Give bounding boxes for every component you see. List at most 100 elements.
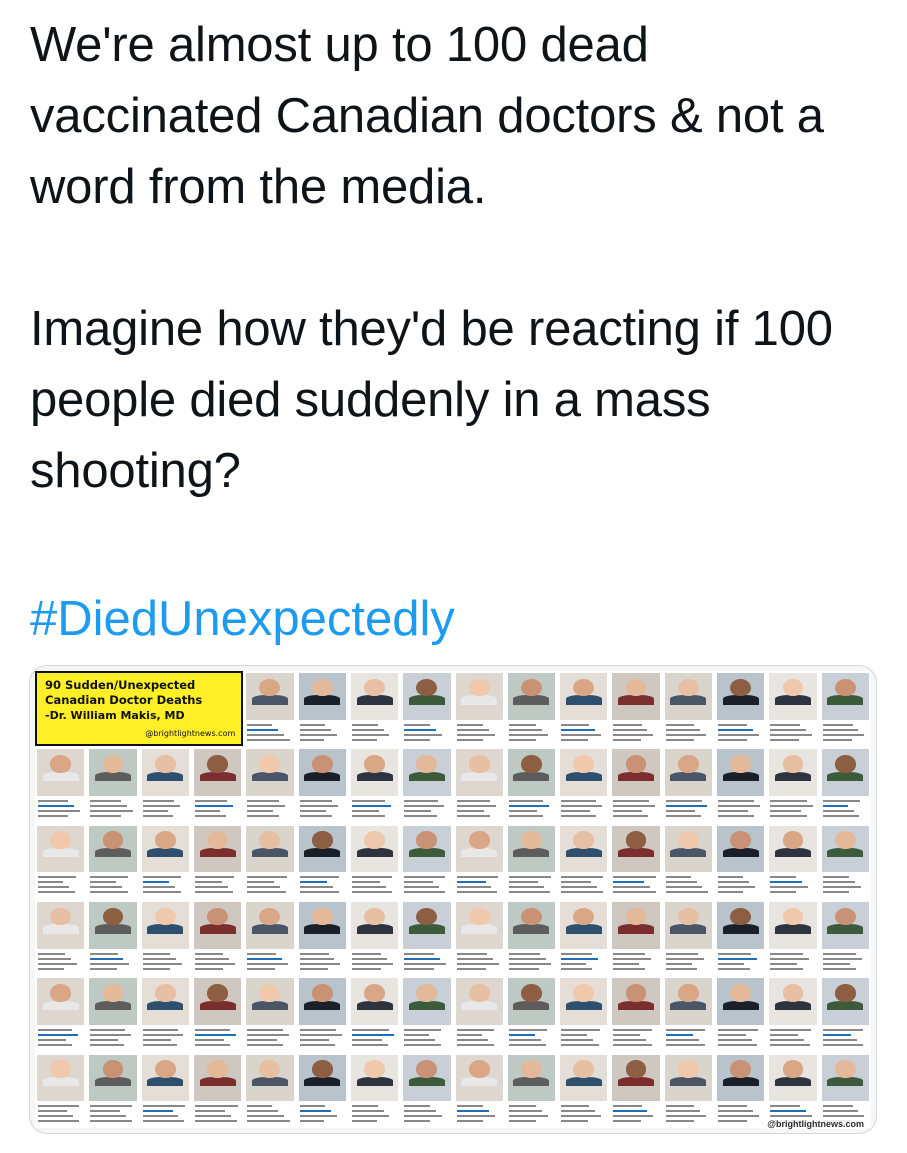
portrait-shoulders bbox=[461, 848, 498, 858]
doctor-photo-tile bbox=[348, 671, 401, 747]
doctor-photo-tile bbox=[662, 747, 715, 823]
portrait-shoulders bbox=[618, 695, 655, 705]
doctor-photo-tile bbox=[819, 747, 871, 823]
doctor-portrait-photo bbox=[664, 978, 713, 1026]
doctor-portrait-photo bbox=[717, 978, 765, 1026]
doctor-caption-lines bbox=[770, 873, 815, 894]
doctor-photo-tile bbox=[244, 1052, 296, 1128]
portrait-face bbox=[782, 1060, 804, 1078]
collage-title-line-2: Canadian Doctor Deaths bbox=[45, 693, 203, 707]
portrait-shoulders bbox=[147, 771, 184, 782]
portrait-face bbox=[625, 1060, 647, 1078]
portrait-shoulders bbox=[461, 1000, 498, 1011]
doctor-photo-tile bbox=[453, 1052, 505, 1128]
doctor-portrait-photo bbox=[664, 825, 713, 873]
portrait-shoulders bbox=[94, 924, 131, 934]
portrait-shoulders bbox=[408, 771, 445, 782]
portrait-face bbox=[468, 831, 490, 849]
doctor-portrait-photo bbox=[350, 673, 399, 720]
doctor-caption-lines bbox=[665, 1026, 711, 1047]
doctor-portrait-photo bbox=[455, 749, 503, 797]
doctor-photo-tile bbox=[87, 1052, 139, 1128]
doctor-portrait-photo bbox=[298, 749, 346, 797]
doctor-caption-lines bbox=[351, 1102, 397, 1123]
doctor-portrait-photo bbox=[141, 978, 189, 1026]
doctor-caption-lines bbox=[456, 721, 502, 741]
portrait-shoulders bbox=[722, 1000, 759, 1011]
doctor-photo-tile bbox=[610, 976, 662, 1052]
portrait-face bbox=[416, 754, 438, 773]
portrait-face bbox=[259, 754, 281, 773]
doctor-portrait-photo bbox=[560, 673, 608, 720]
doctor-caption-lines bbox=[404, 1102, 449, 1123]
doctor-photo-tile bbox=[819, 900, 871, 976]
portrait-shoulders bbox=[670, 1000, 707, 1011]
portrait-face bbox=[311, 1060, 333, 1078]
doctor-caption-lines bbox=[194, 1102, 240, 1123]
doctor-caption-lines bbox=[508, 1102, 554, 1123]
doctor-portrait-photo bbox=[507, 825, 556, 873]
doctor-portrait-photo bbox=[455, 825, 503, 873]
doctor-portrait-photo bbox=[612, 749, 660, 797]
doctor-photo-tile bbox=[558, 976, 610, 1052]
doctor-photo-tile bbox=[453, 976, 505, 1052]
portrait-face bbox=[834, 983, 856, 1002]
tweet-media-image[interactable]: 90 Sudden/Unexpected Canadian Doctor Dea… bbox=[29, 665, 877, 1134]
doctor-photo-tile bbox=[191, 823, 244, 899]
portrait-shoulders bbox=[513, 695, 550, 705]
doctor-photo-tile bbox=[401, 823, 453, 899]
doctor-portrait-photo bbox=[612, 673, 660, 720]
doctor-photo-tile bbox=[296, 900, 348, 976]
portrait-face bbox=[521, 754, 542, 773]
portrait-shoulders bbox=[513, 848, 550, 858]
portrait-face bbox=[207, 907, 228, 926]
doctor-caption-lines bbox=[613, 797, 658, 818]
portrait-face bbox=[730, 831, 752, 849]
doctor-caption-lines bbox=[90, 1102, 135, 1123]
doctor-caption-lines bbox=[822, 721, 868, 741]
doctor-portrait-photo bbox=[717, 902, 765, 949]
doctor-photo-tile bbox=[401, 976, 453, 1052]
portrait-face bbox=[207, 1060, 228, 1078]
doctor-photo-collage: 90 Sudden/Unexpected Canadian Doctor Dea… bbox=[35, 671, 871, 1128]
portrait-shoulders bbox=[461, 695, 498, 705]
portrait-shoulders bbox=[827, 771, 864, 782]
doctor-photo-tile bbox=[348, 976, 401, 1052]
portrait-face bbox=[468, 678, 490, 697]
doctor-caption-lines bbox=[561, 950, 606, 970]
doctor-caption-lines bbox=[770, 721, 815, 741]
doctor-caption-lines bbox=[665, 721, 711, 741]
hashtag-link[interactable]: #DiedUnexpectedly bbox=[30, 584, 455, 655]
tweet-text: We're almost up to 100 dead vaccinated C… bbox=[30, 10, 890, 507]
portrait-face bbox=[154, 754, 176, 773]
doctor-caption-lines bbox=[247, 950, 292, 970]
doctor-portrait-photo bbox=[37, 749, 85, 797]
doctor-photo-tile bbox=[244, 900, 296, 976]
doctor-portrait-photo bbox=[821, 825, 869, 873]
portrait-face bbox=[834, 1060, 856, 1078]
portrait-shoulders bbox=[42, 848, 79, 858]
doctor-portrait-photo bbox=[507, 673, 556, 720]
doctor-photo-tile bbox=[348, 747, 401, 823]
doctor-caption-lines bbox=[822, 797, 868, 818]
portrait-shoulders bbox=[565, 1077, 602, 1087]
portrait-face bbox=[416, 831, 438, 849]
portrait-shoulders bbox=[304, 1077, 341, 1087]
doctor-caption-lines bbox=[508, 797, 554, 818]
portrait-face bbox=[207, 983, 228, 1002]
doctor-portrait-photo bbox=[141, 749, 189, 797]
portrait-face bbox=[782, 983, 804, 1002]
doctor-caption-lines bbox=[142, 873, 188, 894]
portrait-face bbox=[259, 907, 281, 926]
tweet-paragraph-1: We're almost up to 100 dead vaccinated C… bbox=[30, 18, 824, 214]
doctor-caption-lines bbox=[718, 873, 763, 894]
doctor-portrait-photo bbox=[37, 825, 85, 873]
portrait-face bbox=[521, 678, 542, 697]
doctor-portrait-photo bbox=[37, 978, 85, 1026]
doctor-portrait-photo bbox=[769, 902, 817, 949]
doctor-portrait-photo bbox=[507, 1054, 556, 1102]
doctor-caption-lines bbox=[247, 1026, 292, 1047]
doctor-caption-lines bbox=[404, 873, 449, 894]
collage-author: -Dr. William Makis, MD bbox=[45, 709, 185, 722]
doctor-caption-lines bbox=[38, 1026, 83, 1047]
